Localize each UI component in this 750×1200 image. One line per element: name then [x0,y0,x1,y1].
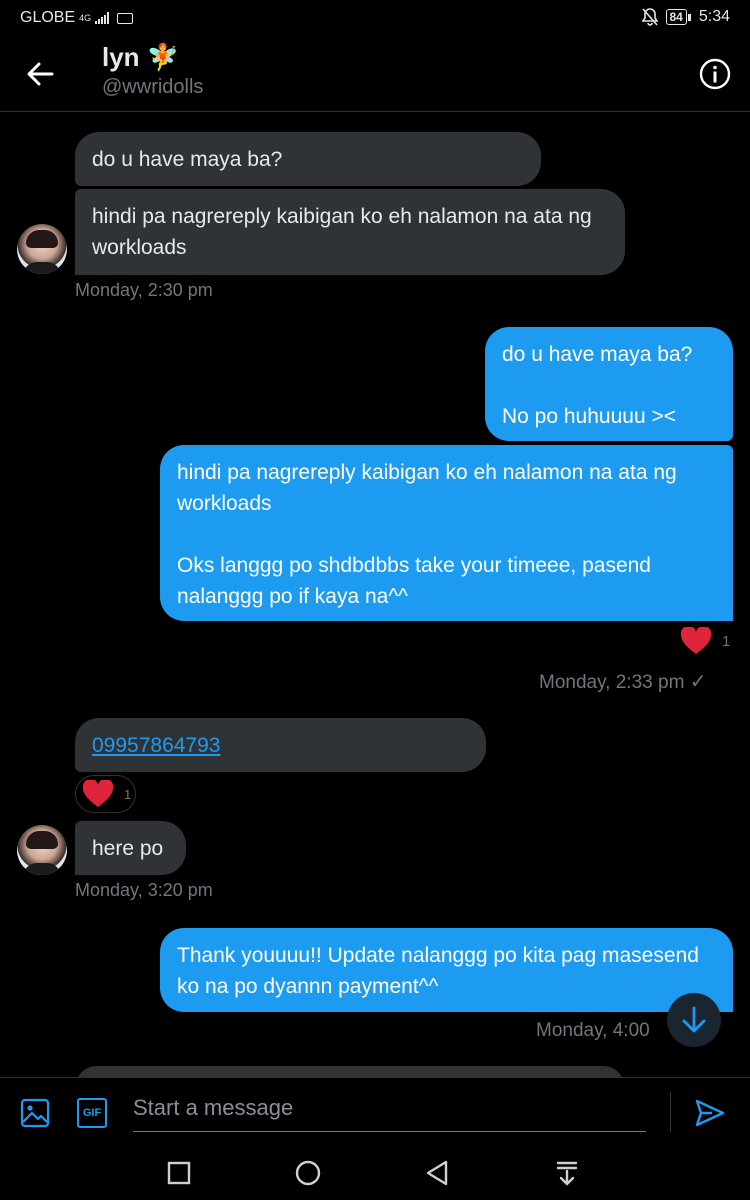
reaction-count: 1 [722,632,731,650]
message-timestamp: Monday, 2:30 pm [75,280,213,300]
message-reaction[interactable]: 1 [75,775,136,813]
message-timestamp: Monday, 3:20 pm [75,880,213,900]
back-button[interactable] [22,56,58,92]
recent-apps-button[interactable] [166,1160,192,1186]
clock: 5:34 [698,8,730,25]
message-composer: GIF [0,1077,750,1144]
battery-icon: 84 [665,9,692,25]
message-timestamp: Monday, 2:33 pm ✓ [539,671,707,693]
arrow-down-icon [682,1006,706,1033]
notifications-off-icon [641,8,658,26]
sim-icon [117,12,134,24]
message-sent[interactable]: Thank youuuu!! Update nalanggg po kita p… [160,928,733,1012]
home-button[interactable] [295,1160,321,1186]
message-received[interactable]: do u have maya ba? [75,132,541,186]
avatar[interactable] [17,224,67,274]
message-received[interactable]: here po [75,821,186,875]
send-icon[interactable] [694,1098,726,1128]
scroll-to-bottom-button[interactable] [667,993,721,1047]
carrier-name: GLOBE [20,9,76,26]
heart-icon [82,780,114,807]
avatar[interactable] [17,825,67,875]
gif-button[interactable]: GIF [77,1098,107,1128]
system-navigation-bar [0,1144,750,1200]
notification-shade-button[interactable] [554,1160,580,1186]
divider [670,1092,671,1132]
reaction-count: 1 [124,786,132,802]
contact-name[interactable]: lyn 🧚 [102,42,179,73]
message-input[interactable] [133,1090,646,1126]
message-input-container [133,1090,646,1132]
nav-back-button[interactable] [424,1160,450,1186]
network-type: 4G [79,12,92,23]
message-sent[interactable]: do u have maya ba? No po huhuuuu >< [485,327,733,441]
message-reaction[interactable]: 1 [680,627,730,655]
message-received[interactable]: 09957864793 [75,718,486,772]
image-icon[interactable] [20,1098,50,1128]
message-sent[interactable]: hindi pa nagrereply kaibigan ko eh nalam… [160,445,733,621]
signal-icon [95,12,110,24]
phone-link[interactable]: 09957864793 [92,734,220,757]
message-received[interactable]: hindi pa nagrereply kaibigan ko eh nalam… [75,189,625,275]
check-icon: ✓ [689,671,707,693]
contact-handle[interactable]: @wwridolls [102,76,203,99]
status-bar: GLOBE 4G 84 5:34 [0,0,750,36]
conversation-header: lyn 🧚 @wwridolls [0,36,750,112]
info-icon[interactable] [698,57,732,91]
heart-icon [680,627,712,654]
